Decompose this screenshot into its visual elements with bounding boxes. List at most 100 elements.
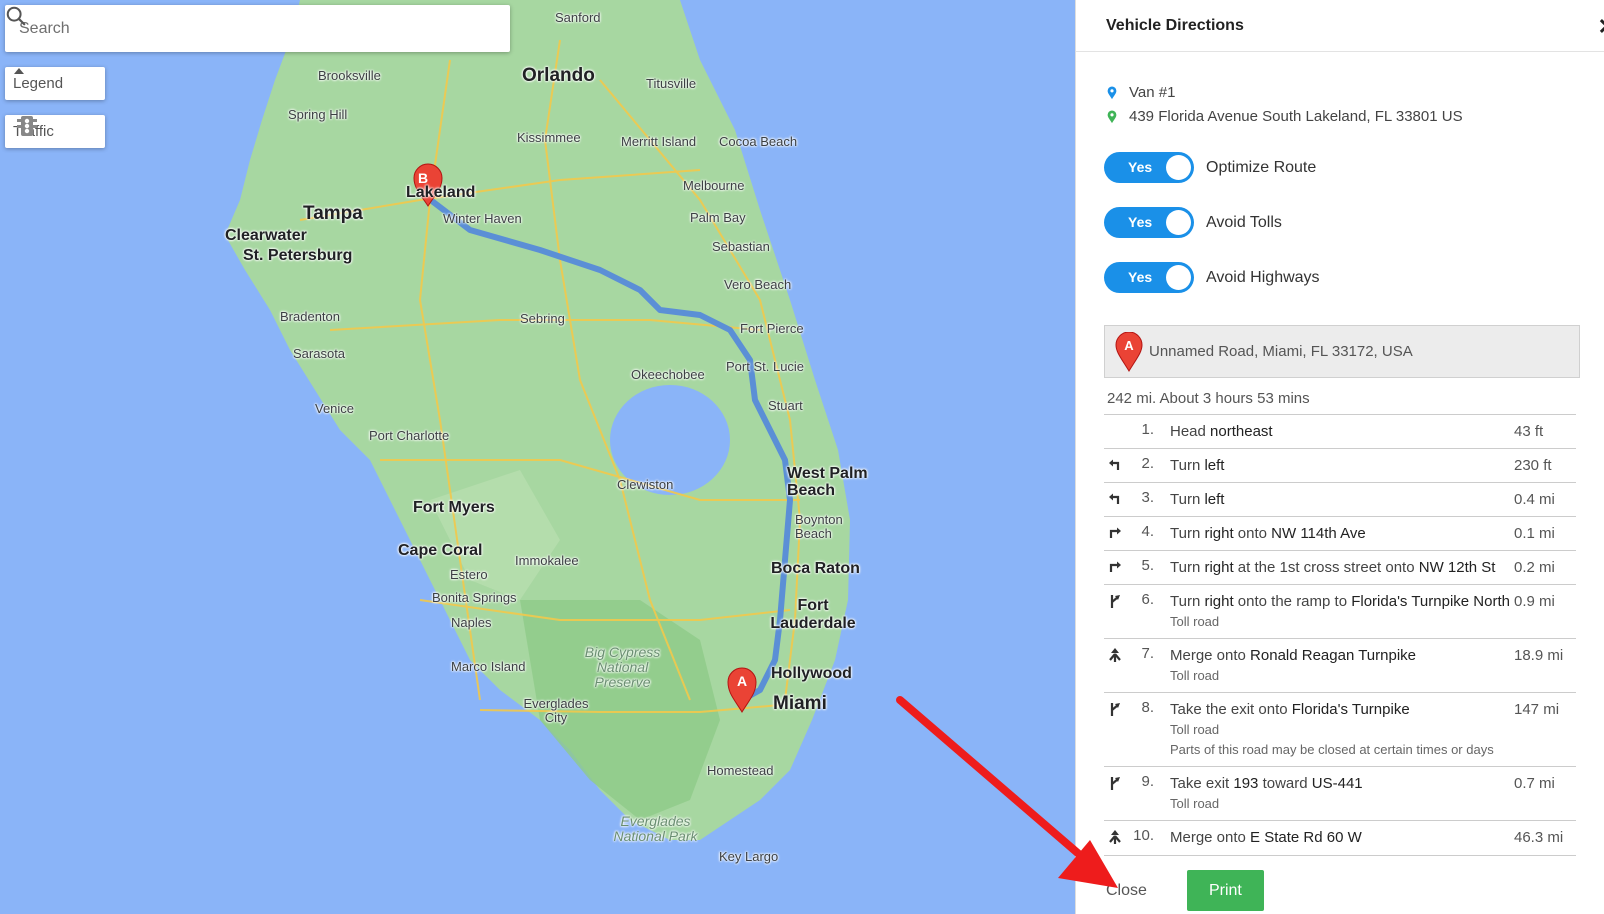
step-icon-cell (1104, 557, 1128, 578)
map-pin-icon (1107, 109, 1117, 123)
step-icon-cell (1104, 645, 1128, 686)
toggle-avoid-highways: Yes Avoid Highways (1104, 262, 1320, 293)
step-distance: 0.9 mi (1514, 593, 1555, 610)
step-note: Toll road (1170, 614, 1220, 629)
direction-step[interactable]: 9. Take exit 193 toward US-441 Toll road 0.… (1104, 767, 1576, 821)
direction-step[interactable]: 1. Head northeast 43 ft (1104, 415, 1576, 449)
city-label: Tampa (303, 203, 363, 224)
step-emphasis: 193 (1233, 775, 1259, 792)
step-instruction: Take the exit onto Florida's Turnpike Tol… (1158, 699, 1514, 760)
marker-a-icon: A (1115, 331, 1143, 372)
step-emphasis: right (1204, 525, 1234, 542)
step-icon-cell (1104, 827, 1128, 849)
step-number: 10. (1133, 827, 1154, 844)
step-emphasis: right (1204, 593, 1234, 610)
city-label: Spring Hill (288, 107, 348, 122)
step-distance: 0.1 mi (1514, 525, 1555, 542)
step-emphasis: NW 114th Ave (1271, 525, 1366, 542)
legend-button[interactable]: Legend (5, 67, 105, 100)
city-label: Port St. Lucie (726, 359, 805, 374)
start-location[interactable]: A Unnamed Road, Miami, FL 33172, USA (1104, 325, 1580, 378)
close-icon[interactable]: ✕ (1598, 14, 1604, 40)
direction-step[interactable]: 4. Turn right onto NW 114th Ave 0.1 mi (1104, 517, 1576, 551)
marker-a-letter: A (1124, 338, 1134, 353)
step-number: 6. (1141, 591, 1154, 608)
close-button[interactable]: Close (1106, 882, 1147, 900)
step-icon-cell (1104, 773, 1128, 814)
city-label: Sarasota (293, 346, 346, 361)
directions-panel: Vehicle Directions ✕ Van #1 439 Florida … (1075, 0, 1604, 914)
city-label: Sebastian (712, 239, 770, 254)
marker-a-label: A (737, 673, 748, 689)
toggle-knob (1166, 210, 1191, 235)
turn-right-icon (1108, 525, 1122, 543)
step-text: Head (1170, 423, 1211, 440)
search-input[interactable] (19, 19, 496, 38)
step-number: 9. (1141, 773, 1154, 790)
traffic-button[interactable]: Traffic (5, 115, 105, 148)
step-emphasis: E State Rd 60 W (1250, 829, 1362, 846)
step-emphasis: Florida's Turnpike (1291, 701, 1410, 718)
step-note: Toll road (1170, 722, 1220, 737)
merge-icon (1108, 829, 1122, 849)
city-label: Fort Lauderdale (770, 597, 856, 632)
optimize-route-toggle[interactable]: Yes (1104, 152, 1194, 183)
step-text: at the 1st cross street onto (1233, 559, 1419, 576)
step-number: 2. (1141, 455, 1154, 472)
city-label: Okeechobee (631, 367, 705, 382)
search-icon[interactable] (5, 5, 27, 27)
city-label: Big Cypress National Preserve (584, 644, 661, 690)
direction-step[interactable]: 8. Take the exit onto Florida's Turnpike T… (1104, 693, 1576, 767)
step-text: Take exit (1170, 775, 1234, 792)
step-number: 4. (1141, 523, 1154, 540)
city-label: Palm Bay (690, 210, 746, 225)
print-button[interactable]: Print (1186, 870, 1264, 911)
step-text: Turn (1170, 559, 1205, 576)
city-label: Miami (773, 693, 827, 714)
direction-step[interactable]: 7. Merge onto Ronald Reagan Turnpike Toll … (1104, 639, 1576, 693)
city-label: St. Petersburg (243, 247, 353, 264)
map-search-box[interactable] (5, 5, 510, 52)
direction-step[interactable]: 3. Turn left 0.4 mi (1104, 483, 1576, 517)
city-label: Kissimmee (517, 130, 581, 145)
avoid-tolls-toggle[interactable]: Yes (1104, 207, 1194, 238)
step-instruction: Merge onto E State Rd 60 W (1158, 827, 1514, 849)
direction-step[interactable]: 2. Turn left 230 ft (1104, 449, 1576, 483)
caret-up-icon (14, 68, 24, 74)
step-text: Take the exit onto (1170, 701, 1292, 718)
city-label: Boca Raton (771, 560, 860, 577)
city-label: Naples (451, 615, 492, 630)
city-label: Immokalee (515, 553, 579, 568)
toggle-knob (1166, 155, 1191, 180)
panel-header: Vehicle Directions ✕ (1076, 0, 1604, 52)
step-text: Turn (1170, 457, 1205, 474)
direction-step[interactable]: 5. Turn right at the 1st cross street ont… (1104, 551, 1576, 585)
step-instruction: Turn right at the 1st cross street onto … (1158, 557, 1514, 578)
city-label: Fort Myers (413, 499, 495, 516)
city-label: Melbourne (683, 178, 745, 193)
city-label: Venice (315, 401, 355, 416)
avoid-highways-toggle[interactable]: Yes (1104, 262, 1194, 293)
step-text: Turn (1170, 491, 1205, 508)
step-icon-cell (1104, 489, 1128, 510)
panel-title: Vehicle Directions (1106, 16, 1244, 34)
traffic-light-icon (17, 116, 37, 136)
direction-step[interactable]: 10. Merge onto E State Rd 60 W 46.3 mi (1104, 821, 1576, 856)
direction-step[interactable]: 6. Turn right onto the ramp to Florida's … (1104, 585, 1576, 639)
ramp-right-icon (1108, 775, 1122, 795)
destination-row: 439 Florida Avenue South Lakeland, FL 33… (1106, 108, 1463, 125)
city-label: Clearwater (225, 227, 307, 244)
step-emphasis: right (1204, 559, 1234, 576)
toggle-optimize-route: Yes Optimize Route (1104, 152, 1316, 183)
city-label: Cape Coral (398, 542, 483, 559)
city-label: Lakeland (406, 184, 476, 201)
city-label: Titusville (646, 76, 697, 91)
destination-address: 439 Florida Avenue South Lakeland, FL 33… (1129, 108, 1463, 125)
step-distance: 46.3 mi (1514, 829, 1564, 846)
step-instruction: Turn right onto the ramp to Florida's Tu… (1158, 591, 1514, 632)
step-instruction: Take exit 193 toward US-441 Toll road (1158, 773, 1514, 814)
map-canvas[interactable]: B A Sanford Orlando Brooksville Spring H… (0, 0, 1075, 914)
toggle-label: Optimize Route (1206, 158, 1317, 176)
city-label: Merritt Island (621, 134, 697, 149)
step-text: onto (1233, 525, 1272, 542)
